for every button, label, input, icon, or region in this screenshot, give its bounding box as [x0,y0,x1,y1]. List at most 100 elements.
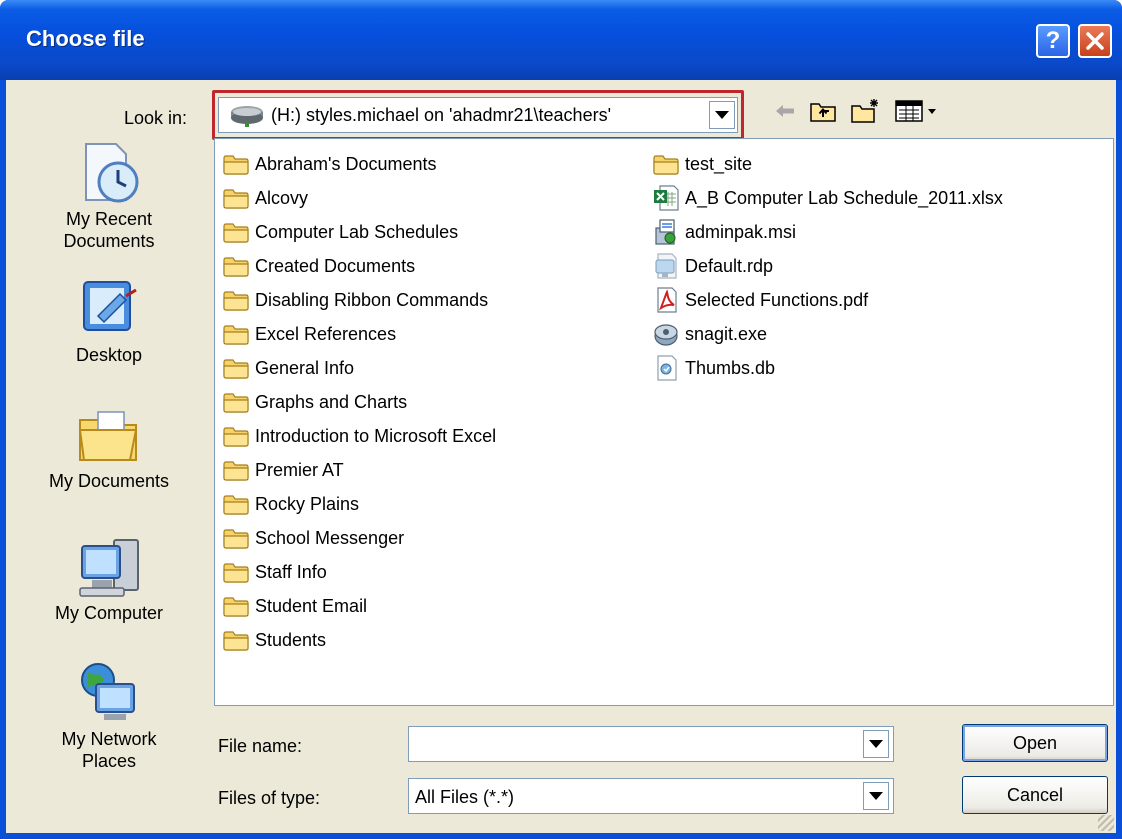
list-item[interactable]: School Messenger [221,521,496,555]
desktop-icon [83,281,137,331]
back-arrow-icon [776,105,794,117]
pdf-file-icon [651,286,681,314]
item-label: Rocky Plains [255,493,360,514]
file-name-label: File name: [218,736,303,756]
cancel-button[interactable]: Cancel [962,776,1108,814]
item-label: General Info [255,357,355,378]
db-file-icon [651,354,681,382]
files-of-type-dropdown[interactable]: All Files (*.*) [408,778,894,814]
list-item[interactable]: A_B Computer Lab Schedule_2011.xlsx [651,181,1003,215]
back-button[interactable] [768,94,802,128]
item-label: snagit.exe [685,323,768,344]
item-label: Disabling Ribbon Commands [255,289,489,310]
item-label: A_B Computer Lab Schedule_2011.xlsx [685,187,1003,208]
item-label: Computer Lab Schedules [255,221,459,242]
folder-icon [221,286,251,314]
place-my-documents[interactable]: My Documents [6,400,212,492]
view-menu-button[interactable] [892,94,942,128]
list-item[interactable]: Student Email [221,589,496,623]
place-label: My Recent Documents [63,209,155,251]
item-label: Students [255,629,327,650]
files-of-type-dropdown-arrow[interactable] [863,782,889,810]
list-item[interactable]: Created Documents [221,249,496,283]
file-name-dropdown-arrow[interactable] [863,730,889,758]
folder-icon [221,456,251,484]
item-label: Introduction to Microsoft Excel [255,425,497,446]
folder-icon [651,150,681,178]
place-my-recent-documents[interactable]: My Recent Documents [6,138,212,252]
place-label: Desktop [75,345,143,365]
item-label: adminpak.msi [685,221,797,242]
list-item[interactable]: Selected Functions.pdf [651,283,1003,317]
files-of-type-label: Files of type: [218,788,321,808]
list-item[interactable]: test_site [651,147,1003,181]
list-item[interactable]: Introduction to Microsoft Excel [221,419,496,453]
folder-icon [221,592,251,620]
up-folder-icon [810,103,836,122]
look-in-dropdown[interactable]: (H:) styles.michael on 'ahadmr21\teacher… [218,97,738,133]
close-icon [1086,32,1104,50]
list-item[interactable]: Disabling Ribbon Commands [221,283,496,317]
files-of-type-value: All Files (*.*) [415,787,515,807]
item-label: Thumbs.db [685,357,776,378]
item-label: Alcovy [255,187,309,208]
list-item[interactable]: snagit.exe [651,317,1003,351]
network-drive-icon [231,106,263,127]
list-item[interactable]: General Info [221,351,496,385]
window-title: Choose file [26,26,145,51]
file-list-column-1: Abraham's Documents Alcovy Computer Lab Sc… [221,147,496,657]
list-item[interactable]: Students [221,623,496,657]
resize-grip[interactable] [1098,815,1114,831]
folder-icon [221,626,251,654]
open-button[interactable]: Open [962,724,1108,762]
item-label: School Messenger [255,527,405,548]
title-bar[interactable]: Choose file ? [0,0,1122,80]
recent-documents-icon [85,143,139,203]
list-item[interactable]: Computer Lab Schedules [221,215,496,249]
list-item[interactable]: Excel References [221,317,496,351]
list-item[interactable]: Premier AT [221,453,496,487]
item-label: Abraham's Documents [255,153,437,174]
place-label: My Network Places [61,729,157,771]
help-icon: ? [1045,27,1061,54]
new-folder-icon [851,99,878,123]
item-label: Default.rdp [685,255,774,276]
folder-icon [221,524,251,552]
view-details-icon [895,100,936,122]
look-in-dropdown-arrow[interactable] [709,101,735,129]
list-item[interactable]: Thumbs.db [651,351,1003,385]
close-button[interactable] [1078,24,1112,58]
file-list[interactable]: Abraham's Documents Alcovy Computer Lab Sc… [214,138,1114,706]
list-item[interactable]: Abraham's Documents [221,147,496,181]
item-label: Student Email [255,595,368,616]
list-item[interactable]: Default.rdp [651,249,1003,283]
place-label: My Documents [48,471,170,491]
folder-icon [221,150,251,178]
item-label: test_site [685,153,753,174]
list-item[interactable]: Graphs and Charts [221,385,496,419]
folder-icon [221,388,251,416]
file-name-input[interactable] [408,726,894,762]
place-my-computer[interactable]: My Computer [6,532,212,624]
exe-file-icon [651,320,681,348]
place-label: My Computer [54,603,164,623]
item-label: Created Documents [255,255,416,276]
folder-icon [221,422,251,450]
look-in-value: (H:) styles.michael on 'ahadmr21\teacher… [271,105,612,125]
list-item[interactable]: Staff Info [221,555,496,589]
help-button[interactable]: ? [1036,24,1070,58]
choose-file-dialog: Choose file ? Look in: (H:) styles.micha… [0,0,1122,839]
list-item[interactable]: Rocky Plains [221,487,496,521]
place-my-network-places[interactable]: My Network Places [6,658,212,772]
list-item[interactable]: Alcovy [221,181,496,215]
item-label: Selected Functions.pdf [685,289,869,310]
remote-desktop-file-icon [651,252,681,280]
up-one-level-button[interactable] [806,94,840,128]
folder-icon [221,218,251,246]
list-item[interactable]: adminpak.msi [651,215,1003,249]
look-in-label: Look in: [124,108,188,128]
item-label: Graphs and Charts [255,391,408,412]
folder-icon [221,184,251,212]
new-folder-button[interactable] [848,94,882,128]
place-desktop[interactable]: Desktop [6,274,212,366]
